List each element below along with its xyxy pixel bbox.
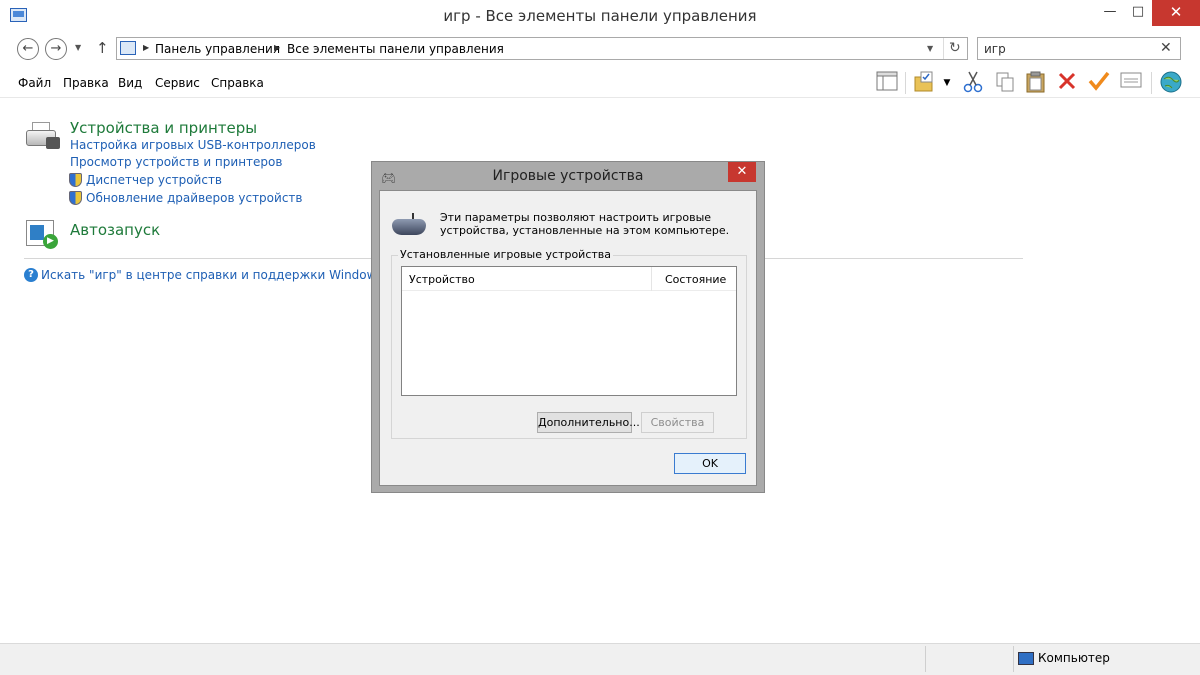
toolbar-separator [1151,72,1152,94]
computer-icon [1018,652,1034,665]
column-divider[interactable] [651,267,652,291]
controllers-list[interactable]: Устройство Состояние [401,266,737,396]
paste-icon[interactable] [1023,71,1049,95]
autoplay-title[interactable]: Автозапуск [70,221,160,239]
breadcrumb-separator[interactable]: ▶ [143,43,149,52]
forward-button[interactable]: → [45,38,67,60]
globe-icon[interactable] [1158,71,1184,95]
properties-icon[interactable] [1118,71,1144,95]
back-button[interactable]: ← [17,38,39,60]
navigation-bar: ← → ▼ ↑ ▶ Панель управления ▶ Все элемен… [0,32,1200,66]
cut-icon[interactable] [960,71,986,95]
ok-button[interactable]: OK [674,453,746,474]
autoplay-icon[interactable]: ▶ [24,218,62,252]
close-button[interactable]: ✕ [1152,0,1200,26]
search-help-link[interactable]: Искать "игр" в центре справки и поддержк… [41,268,383,282]
usb-game-controllers-link[interactable]: Настройка игровых USB-контроллеров [70,138,316,152]
layout-pane-icon[interactable] [874,71,900,95]
address-bar[interactable]: ▶ Панель управления ▶ Все элементы панел… [116,37,968,60]
divider [1013,646,1014,672]
help-icon: ? [24,268,38,282]
dialog-body: Эти параметры позволяют настроить игровы… [379,190,757,486]
menu-bar: Файл Правка Вид Сервис Справка ▼ [0,66,1200,98]
title-bar: игр - Все элементы панели управления — □… [0,0,1200,32]
menu-help[interactable]: Справка [211,76,264,90]
divider [925,646,926,672]
toolbar-separator [905,72,906,94]
minimize-button[interactable]: — [1096,0,1124,26]
column-header-status[interactable]: Состояние [665,273,726,286]
search-box[interactable]: ✕ [977,37,1181,60]
dropdown-arrow-icon[interactable]: ▼ [937,71,957,95]
dialog-close-button[interactable]: ✕ [728,162,756,182]
up-button[interactable]: ↑ [96,39,109,57]
gamepad-icon [392,213,426,239]
printer-icon[interactable] [24,120,62,154]
list-header: Устройство Состояние [402,267,736,291]
address-dropdown-icon[interactable]: ▼ [927,44,933,53]
control-panel-icon [120,41,136,55]
column-header-device[interactable]: Устройство [409,273,475,286]
maximize-button[interactable]: □ [1124,0,1152,26]
device-manager-link[interactable]: Диспетчер устройств [86,173,222,187]
status-bar: Компьютер [0,643,1200,675]
menu-file[interactable]: Файл [18,76,51,90]
advanced-button[interactable]: Дополнительно... [537,412,640,433]
refresh-button[interactable]: ↻ [949,40,961,56]
shield-icon [69,191,82,205]
copy-icon[interactable] [992,71,1018,95]
dialog-title-bar[interactable]: 🎮︎ Игровые устройства ✕ [372,162,764,190]
menu-tools[interactable]: Сервис [155,76,200,90]
game-controllers-dialog: 🎮︎ Игровые устройства ✕ Эти параметры по… [371,161,765,493]
dialog-description: Эти параметры позволяют настроить игровы… [440,211,730,237]
group-label: Установленные игровые устройства [398,248,614,261]
clear-search-button[interactable]: ✕ [1160,40,1172,56]
window-title: игр - Все элементы панели управления [443,7,757,25]
installed-controllers-group: Установленные игровые устройства Устройс… [391,248,747,439]
update-drivers-link[interactable]: Обновление драйверов устройств [86,191,302,205]
checkmark-icon[interactable] [1086,71,1112,95]
menu-view[interactable]: Вид [118,76,142,90]
status-computer-label: Компьютер [1038,651,1110,665]
divider [943,38,944,59]
search-input[interactable] [984,41,1154,57]
dialog-title: Игровые устройства [492,168,644,184]
devices-printers-title[interactable]: Устройства и принтеры [70,119,257,137]
properties-button[interactable]: Свойства [641,412,714,433]
shield-icon [69,173,82,187]
breadcrumb-control-panel[interactable]: Панель управления [155,42,280,56]
recent-locations-dropdown[interactable]: ▼ [75,43,81,52]
menu-edit[interactable]: Правка [63,76,109,90]
view-devices-link[interactable]: Просмотр устройств и принтеров [70,155,282,169]
breadcrumb-all-items[interactable]: Все элементы панели управления [287,42,504,56]
breadcrumb-separator[interactable]: ▶ [274,43,280,52]
folder-check-icon[interactable] [911,71,937,95]
delete-icon[interactable] [1054,71,1080,95]
